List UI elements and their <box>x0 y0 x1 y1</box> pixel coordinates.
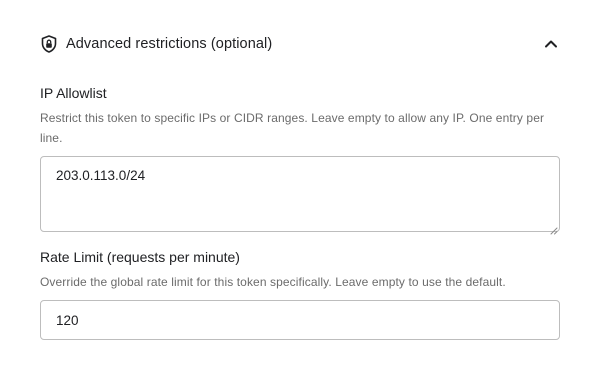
resize-handle-icon[interactable] <box>550 222 558 235</box>
rate-limit-value: 120 <box>56 313 79 328</box>
ip-allowlist-label: IP Allowlist <box>40 85 107 101</box>
section-title: Advanced restrictions (optional) <box>66 36 273 52</box>
ip-allowlist-textarea[interactable]: 203.0.113.0/24 <box>40 156 560 235</box>
advanced-restrictions-toggle[interactable]: Advanced restrictions (optional) <box>40 32 560 56</box>
rate-limit-label: Rate Limit (requests per minute) <box>40 249 240 265</box>
ip-allowlist-value: 203.0.113.0/24 <box>56 168 146 183</box>
rate-limit-help: Override the global rate limit for this … <box>40 275 506 289</box>
shield-lock-icon <box>40 35 58 53</box>
chevron-up-icon[interactable] <box>542 35 560 53</box>
rate-limit-input[interactable]: 120 <box>40 300 560 340</box>
ip-allowlist-help: Restrict this token to specific IPs or C… <box>40 111 545 145</box>
advanced-restrictions-panel: Advanced restrictions (optional) IP Allo… <box>0 0 600 367</box>
